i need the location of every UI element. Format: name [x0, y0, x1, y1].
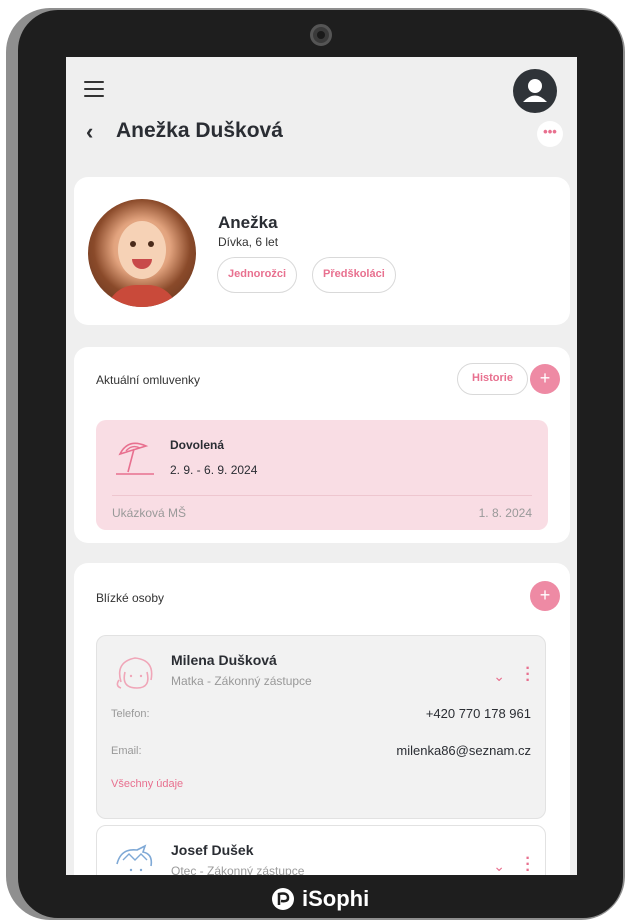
- app-screen: ‹ Anežka Dušková ••• Anežka Dívka, 6 let…: [66, 57, 577, 875]
- group-chip-predskolaci[interactable]: Předškoláci: [312, 257, 396, 293]
- brand-logo: iSophi: [270, 884, 369, 914]
- contact-name: Josef Dušek: [171, 842, 254, 858]
- top-bar: ‹ Anežka Dušková •••: [66, 57, 577, 167]
- contact-name: Milena Dušková: [171, 652, 277, 668]
- all-details-link[interactable]: Všechny údaje: [111, 778, 183, 790]
- divider: [112, 495, 532, 496]
- more-dots-icon[interactable]: •••: [537, 121, 563, 147]
- add-contact-button[interactable]: +: [530, 581, 560, 611]
- contact-card-mother[interactable]: Milena Dušková Matka - Zákonný zástupce …: [96, 635, 546, 819]
- add-absence-button[interactable]: +: [530, 364, 560, 394]
- absences-card: Aktuální omluvenky Historie + Dovolená 2…: [74, 347, 570, 543]
- vertical-dots-icon[interactable]: · · ·: [525, 661, 531, 689]
- page-title: Anežka Dušková: [116, 119, 283, 142]
- male-avatar-icon: [116, 844, 153, 872]
- phone-value[interactable]: +420 770 178 961: [426, 706, 531, 721]
- vertical-dots-icon[interactable]: · · ·: [525, 851, 531, 876]
- email-label: Email:: [111, 745, 142, 757]
- beach-umbrella-icon: [116, 442, 154, 475]
- contacts-title: Blízké osoby: [96, 591, 165, 605]
- contact-role: Otec - Zákonný zástupce: [171, 864, 305, 875]
- child-photo: [88, 199, 196, 307]
- absence-created-date: 1. 8. 2024: [478, 506, 532, 520]
- isophi-logo-icon: [272, 888, 294, 910]
- brand-name: iSophi: [302, 886, 370, 911]
- absence-type: Dovolená: [170, 438, 225, 452]
- history-button[interactable]: Historie: [457, 363, 528, 395]
- profile-card: Anežka Dívka, 6 let Jednorožci Předškolá…: [74, 177, 570, 325]
- email-value[interactable]: milenka86@seznam.cz: [396, 743, 531, 758]
- camera-icon: [310, 24, 332, 46]
- child-subtitle: Dívka, 6 let: [218, 235, 279, 249]
- absences-title: Aktuální omluvenky: [96, 373, 201, 387]
- phone-label: Telefon:: [111, 708, 150, 720]
- group-chip-jednorozci[interactable]: Jednorožci: [217, 257, 298, 293]
- chevron-left-icon[interactable]: ‹: [86, 119, 93, 145]
- absence-school: Ukázková MŠ: [112, 506, 187, 520]
- female-avatar-icon: [116, 657, 153, 689]
- chevron-down-icon[interactable]: ⌄: [493, 858, 505, 875]
- absence-dates: 2. 9. - 6. 9. 2024: [170, 463, 258, 477]
- contacts-card: Blízké osoby + Milena Dušková Matka - Zá…: [74, 563, 570, 875]
- chevron-down-icon[interactable]: ⌄: [493, 668, 505, 685]
- contact-role: Matka - Zákonný zástupce: [171, 674, 312, 688]
- user-account-icon[interactable]: [513, 69, 557, 113]
- hamburger-menu-icon[interactable]: [84, 81, 104, 97]
- contact-card-father[interactable]: Josef Dušek Otec - Zákonný zástupce ⌄ · ·…: [96, 825, 546, 875]
- child-name: Anežka: [218, 213, 278, 232]
- absence-item[interactable]: Dovolená 2. 9. - 6. 9. 2024 Ukázková MŠ …: [96, 420, 548, 530]
